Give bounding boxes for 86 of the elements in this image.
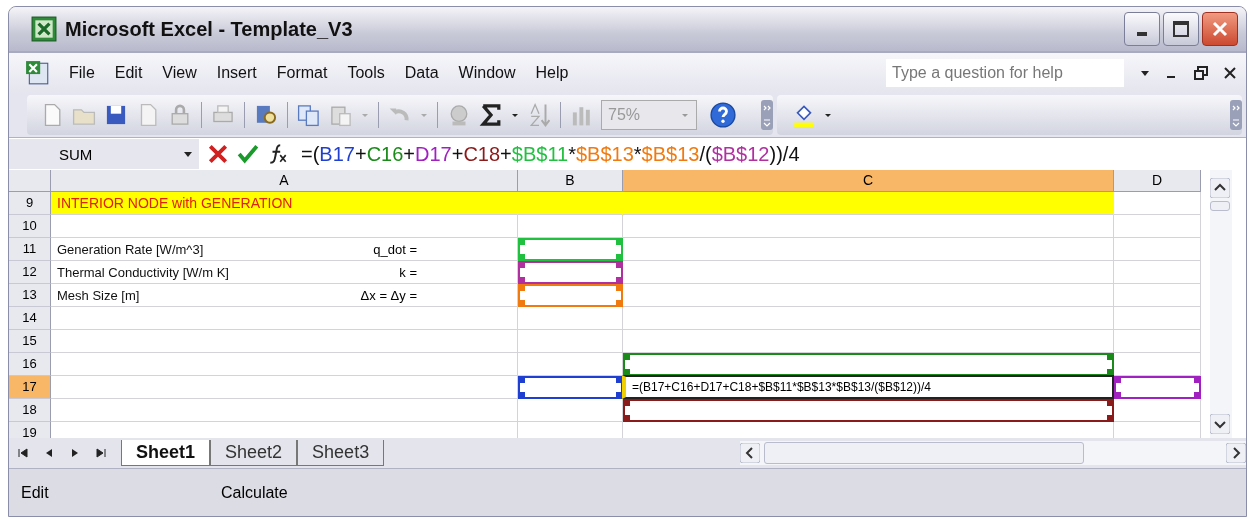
help-icon[interactable] bbox=[709, 101, 737, 129]
menu-item[interactable]: Window bbox=[452, 64, 530, 82]
cell-reference: D17 bbox=[415, 142, 452, 165]
cell-reference: C16 bbox=[366, 142, 404, 165]
last-sheet-icon[interactable] bbox=[95, 447, 107, 459]
cell-reference: $B$12 bbox=[711, 142, 770, 165]
cell-text: Δx = Δy = bbox=[360, 287, 417, 303]
horizontal-scrollbar[interactable] bbox=[739, 441, 1246, 465]
help-search-field[interactable]: Type a question for help bbox=[886, 59, 1124, 87]
row-header[interactable]: 11 bbox=[9, 238, 51, 261]
row-header[interactable]: 19 bbox=[9, 422, 51, 438]
formula-operator: + bbox=[451, 142, 464, 165]
scroll-thumb[interactable] bbox=[1210, 201, 1230, 211]
minimize-button[interactable] bbox=[1124, 12, 1160, 46]
scroll-up-icon[interactable] bbox=[1210, 178, 1230, 198]
cell-reference: $B$13 bbox=[641, 142, 700, 165]
formula-operator: + bbox=[403, 142, 415, 165]
sheet-tab[interactable]: Sheet2 bbox=[210, 440, 298, 466]
restore-icon[interactable] bbox=[1194, 66, 1208, 80]
overflow-icon[interactable] bbox=[1230, 97, 1242, 133]
window-title: Microsoft Excel - Template_V3 bbox=[65, 17, 353, 41]
sheet-tab[interactable]: Sheet3 bbox=[297, 440, 385, 466]
cancel-icon[interactable] bbox=[207, 143, 229, 165]
formula-operator: /( bbox=[699, 142, 712, 165]
name-box[interactable]: SUM bbox=[9, 139, 199, 169]
menu-item[interactable]: Insert bbox=[210, 64, 271, 82]
row-header[interactable]: 9 bbox=[9, 192, 51, 215]
sheet-tab[interactable]: Sheet1 bbox=[121, 440, 211, 466]
cell-editor[interactable]: =(B17+C16+D17+C18+$B$11*$B$13*$B$13/($B$12))/4 bbox=[622, 375, 1114, 399]
close-button[interactable] bbox=[1202, 12, 1238, 46]
column-header[interactable]: D bbox=[1114, 170, 1201, 192]
row-header[interactable]: 15 bbox=[9, 330, 51, 353]
cell-reference: B17 bbox=[319, 142, 355, 165]
status-message: Calculate bbox=[221, 483, 288, 502]
row-header[interactable]: 10 bbox=[9, 215, 51, 238]
menu-item[interactable]: File bbox=[63, 64, 109, 82]
formula-operator: * bbox=[568, 142, 576, 165]
formula-operator: * bbox=[633, 142, 642, 165]
formula-operator: =( bbox=[301, 142, 320, 165]
scroll-left-icon[interactable] bbox=[739, 443, 760, 463]
menu-item[interactable]: Data bbox=[398, 64, 453, 82]
caret-icon bbox=[183, 149, 193, 159]
row-header[interactable]: 16 bbox=[9, 353, 51, 376]
cell-text: k = bbox=[399, 264, 417, 280]
overflow-icon[interactable] bbox=[761, 97, 773, 133]
menu-item[interactable]: View bbox=[156, 64, 211, 82]
cell-text: Mesh Size [m] bbox=[56, 287, 140, 303]
column-header[interactable]: B bbox=[518, 170, 623, 192]
column-header[interactable]: A bbox=[51, 170, 518, 192]
cell-text: q_dot = bbox=[373, 241, 417, 257]
maximize-icon bbox=[1171, 19, 1191, 39]
cell-reference: $B$13 bbox=[575, 142, 634, 165]
menu-item[interactable]: Format bbox=[270, 64, 342, 82]
cell-reference: $B$11 bbox=[511, 142, 569, 165]
row-header[interactable]: 12 bbox=[9, 261, 51, 284]
cell-reference: C18 bbox=[463, 142, 501, 165]
column-header[interactable]: C bbox=[623, 170, 1114, 192]
dropdown-caret-icon[interactable] bbox=[1140, 68, 1150, 78]
menu-item[interactable]: Edit bbox=[108, 64, 157, 82]
cell-text: INTERIOR NODE with GENERATION bbox=[56, 195, 293, 211]
row-header[interactable]: 14 bbox=[9, 307, 51, 330]
cell-text: Thermal Conductivity [W/m K] bbox=[56, 264, 229, 280]
checkmark-icon[interactable] bbox=[237, 143, 259, 165]
maximize-button[interactable] bbox=[1163, 12, 1199, 46]
copy-icon[interactable] bbox=[296, 102, 322, 128]
excel-logo-icon bbox=[31, 16, 57, 42]
workbook-icon[interactable] bbox=[25, 60, 51, 86]
formula-operator: + bbox=[500, 142, 512, 165]
vertical-scrollbar[interactable] bbox=[1210, 170, 1232, 438]
first-sheet-icon[interactable] bbox=[17, 447, 29, 459]
row-header[interactable]: 13 bbox=[9, 284, 51, 307]
function-icon[interactable] bbox=[267, 143, 289, 165]
row-header[interactable]: 18 bbox=[9, 399, 51, 422]
menu-item[interactable]: Help bbox=[529, 64, 583, 82]
scroll-thumb[interactable] bbox=[763, 442, 1084, 464]
scroll-right-icon[interactable] bbox=[1226, 443, 1246, 463]
minimize-icon bbox=[1137, 32, 1147, 36]
menu-item[interactable]: Tools bbox=[341, 64, 399, 82]
formula-operator: ))/4 bbox=[769, 142, 800, 165]
close-icon[interactable] bbox=[1224, 67, 1236, 79]
close-icon bbox=[1210, 19, 1230, 39]
row-header[interactable]: 17 bbox=[9, 376, 51, 399]
cell-text: Generation Rate [W/m^3] bbox=[56, 241, 204, 257]
formula-operator: + bbox=[354, 142, 367, 165]
scroll-down-icon[interactable] bbox=[1210, 414, 1230, 434]
status-mode: Edit bbox=[20, 483, 50, 502]
